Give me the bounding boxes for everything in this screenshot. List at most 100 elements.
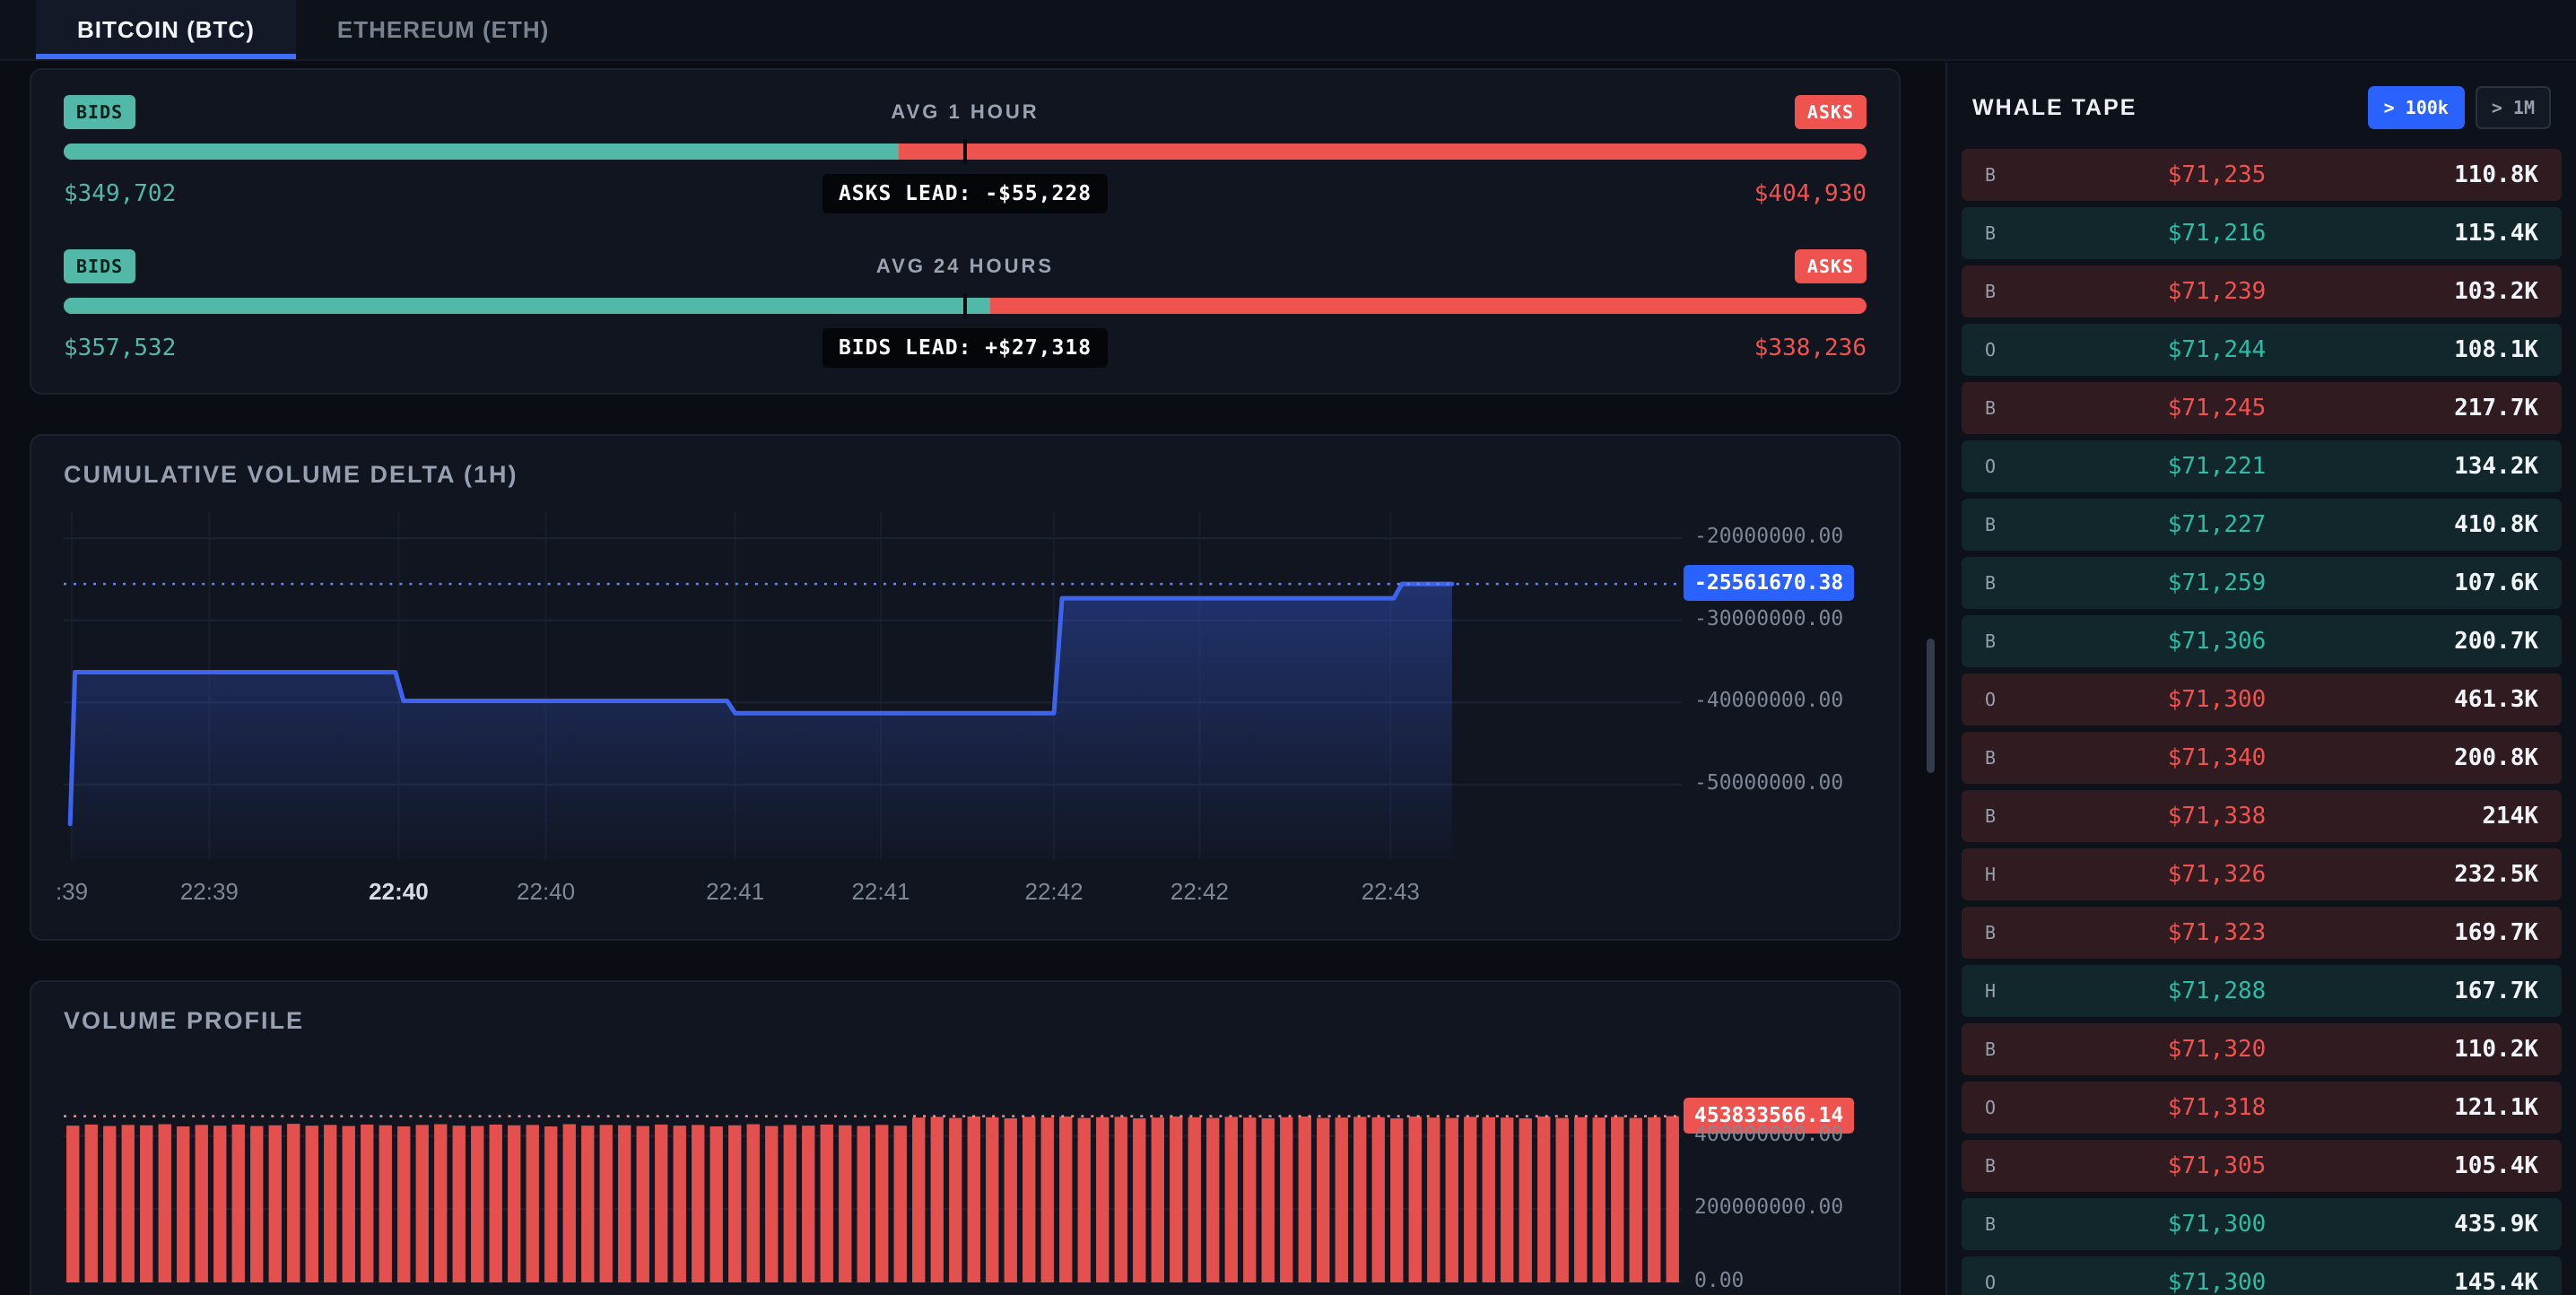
orderbook-gauges-card: BIDS AVG 1 HOUR ASKS $349,702 ASKS LEAD:…	[30, 68, 1901, 395]
trade-size: 232.5K	[2386, 861, 2538, 888]
trade-venue: B	[1985, 514, 2048, 535]
trade-venue: B	[1985, 630, 2048, 652]
trade-venue: B	[1985, 1039, 2048, 1060]
cvd-plot-area	[64, 512, 1682, 860]
volume-profile-title: VOLUME PROFILE	[64, 1007, 1867, 1035]
main-content: BIDS AVG 1 HOUR ASKS $349,702 ASKS LEAD:…	[0, 63, 1933, 1295]
y-axis-tick: -20000000.00	[1694, 525, 1843, 548]
trade-venue: H	[1985, 980, 2048, 1002]
trade-size: 200.7K	[2386, 628, 2538, 655]
trade-size: 121.1K	[2386, 1094, 2538, 1121]
x-axis-label: 22:41	[851, 878, 909, 906]
lead-chip: BIDS LEAD: +$27,318	[822, 328, 1108, 368]
trade-size: 214K	[2386, 803, 2538, 830]
whale-tape-filters: > 100k > 1M	[2357, 86, 2551, 129]
trade-venue: B	[1985, 922, 2048, 943]
bids-amount: $357,532	[64, 335, 176, 361]
bids-asks-ratio-bar	[64, 143, 1867, 160]
trade-size: 108.1K	[2386, 336, 2538, 363]
trade-price: $71,326	[2048, 861, 2386, 888]
trade-price: $71,244	[2048, 336, 2386, 363]
gauge-title: AVG 24 HOURS	[876, 255, 1054, 278]
trade-price: $71,306	[2048, 628, 2386, 655]
trade-size: 110.2K	[2386, 1036, 2538, 1063]
trade-price: $71,305	[2048, 1152, 2386, 1179]
volume-plot-area	[64, 1058, 1682, 1282]
trade-size: 103.2K	[2386, 278, 2538, 305]
volume-y-axis: 453833566.14 400000000.00200000000.000.0…	[1682, 1058, 1867, 1282]
cvd-title: CUMULATIVE VOLUME DELTA (1H)	[64, 461, 1867, 489]
trade-venue: B	[1985, 222, 2048, 244]
x-axis-label: :39	[56, 878, 88, 906]
trade-size: 435.9K	[2386, 1211, 2538, 1238]
trade-size: 110.8K	[2386, 161, 2538, 188]
trade-venue: B	[1985, 805, 2048, 827]
trade-venue: B	[1985, 164, 2048, 186]
gauge-header: BIDS AVG 1 HOUR ASKS	[64, 95, 1867, 129]
tape-row: B$71,320110.2K	[1962, 1023, 2562, 1075]
trade-price: $71,300	[2048, 1269, 2386, 1295]
trade-venue: B	[1985, 1155, 2048, 1177]
y-axis-tick: -30000000.00	[1694, 607, 1843, 630]
trade-venue: H	[1985, 864, 2048, 885]
trade-price: $71,259	[2048, 569, 2386, 596]
trade-venue: O	[1985, 339, 2048, 361]
gauge-amounts: $349,702 ASKS LEAD: -$55,228 $404,930	[64, 176, 1867, 212]
tape-row: O$71,300145.4K	[1962, 1256, 2562, 1295]
gauge-avg-1-hour: BIDS AVG 1 HOUR ASKS $349,702 ASKS LEAD:…	[64, 95, 1867, 212]
y-axis-tick: 0.00	[1694, 1269, 1744, 1292]
tape-row: O$71,300461.3K	[1962, 674, 2562, 726]
trade-price: $71,318	[2048, 1094, 2386, 1121]
trade-venue: B	[1985, 1213, 2048, 1235]
filter-1m-button[interactable]: > 1M	[2476, 86, 2551, 129]
bids-badge: BIDS	[64, 249, 135, 283]
tab-ethereum[interactable]: ETHEREUM (ETH)	[296, 0, 590, 59]
x-axis-label: 22:43	[1362, 878, 1420, 906]
trade-size: 167.7K	[2386, 978, 2538, 1004]
tape-row: B$71,306200.7K	[1962, 615, 2562, 667]
tape-row: H$71,326232.5K	[1962, 848, 2562, 900]
tape-row: B$71,239103.2K	[1962, 265, 2562, 317]
trade-price: $71,239	[2048, 278, 2386, 305]
gauge-header: BIDS AVG 24 HOURS ASKS	[64, 249, 1867, 283]
trade-price: $71,288	[2048, 978, 2386, 1004]
trade-venue: O	[1985, 1097, 2048, 1118]
tab-bar: BITCOIN (BTC) ETHEREUM (ETH)	[0, 0, 2576, 61]
trade-size: 105.4K	[2386, 1152, 2538, 1179]
trade-venue: B	[1985, 747, 2048, 769]
bids-portion	[64, 143, 899, 160]
whale-tape-list: B$71,235110.8KB$71,216115.4KB$71,239103.…	[1947, 149, 2576, 1295]
x-axis-label: 22:41	[706, 878, 764, 906]
midpoint-marker	[963, 139, 967, 164]
filter-100k-button[interactable]: > 100k	[2368, 86, 2465, 129]
trade-size: 200.8K	[2386, 744, 2538, 771]
trade-price: $71,320	[2048, 1036, 2386, 1063]
trade-price: $71,300	[2048, 686, 2386, 713]
x-axis-label: 22:39	[180, 878, 239, 906]
trade-venue: O	[1985, 1272, 2048, 1293]
volume-bars-svg	[64, 1058, 1682, 1282]
bids-badge: BIDS	[64, 95, 135, 129]
y-axis-tick: 200000000.00	[1694, 1195, 1843, 1219]
trade-size: 145.4K	[2386, 1269, 2538, 1295]
cvd-current-value-badge: -25561670.38	[1684, 565, 1854, 601]
trade-size: 115.4K	[2386, 220, 2538, 247]
volume-chart: 453833566.14 400000000.00200000000.000.0…	[64, 1058, 1867, 1282]
scrollbar-thumb[interactable]	[1927, 639, 1935, 773]
trade-venue: B	[1985, 281, 2048, 302]
trade-price: $71,227	[2048, 511, 2386, 538]
trade-size: 169.7K	[2386, 919, 2538, 946]
trade-price: $71,340	[2048, 744, 2386, 771]
trade-price: $71,221	[2048, 453, 2386, 480]
tape-row: B$71,216115.4K	[1962, 207, 2562, 259]
midpoint-marker	[963, 293, 967, 318]
cvd-x-axis: :3922:3922:4022:4022:4122:4122:4222:4222…	[64, 873, 1682, 912]
tab-bitcoin[interactable]: BITCOIN (BTC)	[36, 0, 296, 59]
tape-row: O$71,221134.2K	[1962, 440, 2562, 492]
y-axis-tick: 400000000.00	[1694, 1123, 1843, 1146]
bids-asks-ratio-bar	[64, 298, 1867, 314]
tape-row: B$71,300435.9K	[1962, 1198, 2562, 1250]
trade-price: $71,338	[2048, 803, 2386, 830]
tape-row: O$71,318121.1K	[1962, 1082, 2562, 1134]
tape-row: B$71,305105.4K	[1962, 1140, 2562, 1192]
